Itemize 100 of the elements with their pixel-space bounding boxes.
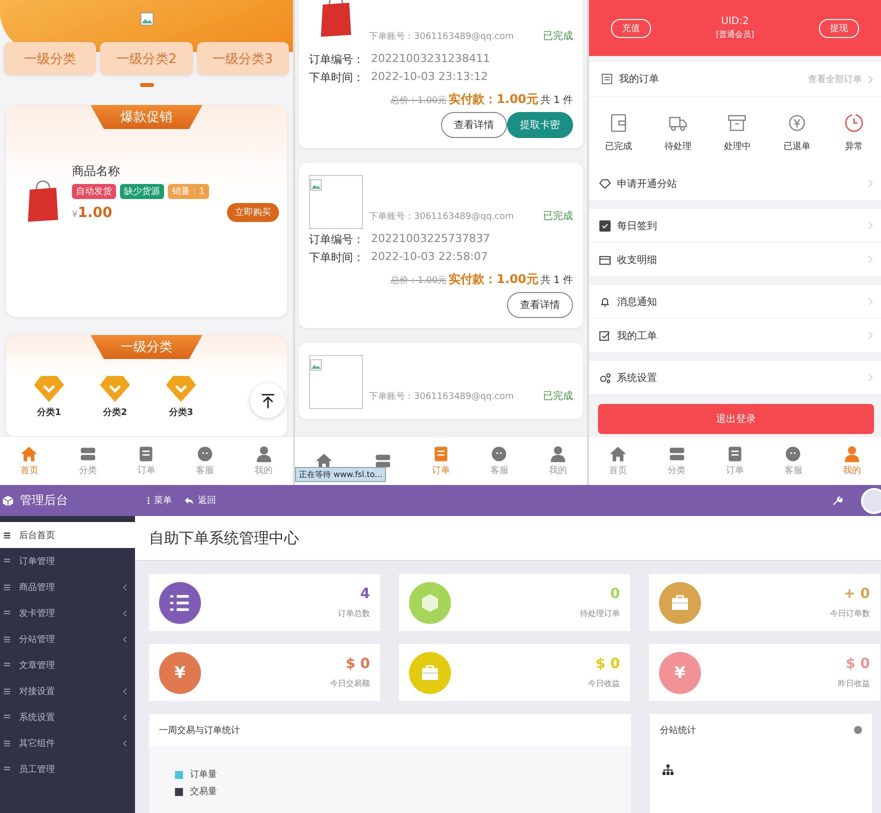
drawer-icon[interactable] [78, 445, 97, 463]
sitemap-icon [662, 764, 674, 776]
order-number: 20221003225737837 [371, 232, 490, 247]
user-icon[interactable] [842, 445, 861, 463]
home-icon[interactable] [609, 445, 628, 463]
field-label: 下单时间： [309, 250, 365, 265]
broken-image-icon [310, 359, 322, 371]
product-price: ¥1.00 [72, 204, 112, 220]
member-level: [普通会员] [716, 29, 754, 40]
details-button[interactable]: 查看详情 [507, 292, 573, 318]
gears-icon [599, 372, 611, 384]
sidebar-item[interactable]: 员工管理 [0, 756, 135, 782]
stat-value: $ 0 [346, 656, 370, 672]
home-icon[interactable] [315, 452, 334, 470]
home-icon[interactable] [20, 445, 38, 463]
stat-label: 待处理订单 [580, 608, 620, 619]
subcategory-label[interactable]: 分类1 [36, 406, 62, 419]
order-status: 已完成 [543, 390, 573, 404]
admin-brand: 管理后台 [20, 492, 68, 509]
extract-button[interactable]: 提取卡密 [507, 112, 573, 138]
order-state-label[interactable]: 待处理 [664, 140, 692, 152]
bell-icon [599, 296, 611, 308]
clock-icon[interactable] [842, 112, 865, 134]
menu-item[interactable]: 申请开通分站 [589, 167, 881, 201]
kebab-icon [147, 496, 150, 505]
document-icon[interactable] [137, 445, 156, 463]
card-icon [599, 254, 611, 266]
sidebar-item[interactable]: 对接设置 [0, 678, 135, 704]
stat-label: 订单总数 [338, 608, 370, 619]
withdraw-button[interactable]: 提现 [819, 18, 859, 38]
avatar[interactable] [861, 488, 881, 514]
list-icon [3, 713, 11, 721]
product-name: 商品名称 [72, 163, 121, 180]
chevron-right-icon [868, 221, 873, 230]
back-button[interactable]: 返回 [184, 494, 216, 507]
paid-amount: 实付款：1.00元 [448, 91, 538, 108]
chevron-right-icon [868, 74, 873, 84]
details-button[interactable]: 查看详情 [441, 112, 507, 138]
menu-item[interactable]: 每日签到 [589, 209, 881, 243]
section-ribbon: 一级分类 [90, 335, 202, 359]
item-count: 共 1 件 [540, 94, 573, 107]
order-state-label[interactable]: 已完成 [605, 140, 632, 152]
order-state-label[interactable]: 异常 [844, 140, 863, 152]
panel-title: 一周交易与订单统计 [159, 724, 240, 736]
document-icon[interactable] [432, 445, 450, 463]
order-status: 已完成 [543, 30, 573, 44]
recharge-button[interactable]: 充值 [611, 18, 651, 38]
menu-item[interactable]: 我的工单 [589, 319, 881, 353]
browser-status-tooltip: 正在等待 www.fsl.to... [295, 467, 386, 482]
sidebar-item[interactable]: 发卡管理 [0, 600, 135, 626]
sidebar-item[interactable]: 订单管理 [0, 548, 135, 574]
subcategory-label[interactable]: 分类3 [168, 406, 194, 419]
subcategory-label[interactable]: 分类2 [102, 406, 128, 419]
broken-image-icon [310, 179, 322, 191]
sidebar-item[interactable]: 分站管理 [0, 626, 135, 652]
stat-label: 昨日收益 [838, 678, 870, 689]
order-status: 已完成 [543, 210, 573, 224]
field-label: 订单编号： [309, 52, 365, 67]
sidebar-item[interactable]: 系统设置 [0, 704, 135, 730]
field-label: 下单时间： [309, 70, 365, 85]
list-icon [3, 609, 11, 617]
drawer-icon[interactable] [668, 445, 686, 463]
sidebar-item[interactable]: 后台首页 [0, 522, 135, 548]
order-account: 下单账号：3061163489@qq.com [369, 390, 515, 404]
sidebar-item[interactable]: 其它组件 [0, 730, 135, 756]
chat-bubble-icon[interactable] [196, 445, 214, 463]
sidebar-item[interactable]: 商品管理 [0, 574, 135, 600]
document-icon [601, 73, 613, 85]
legend-label: 交易量 [190, 786, 217, 798]
order-time: 2022-10-03 23:13:12 [371, 70, 488, 85]
order-state-label[interactable]: 已退单 [783, 140, 810, 152]
order-state-label[interactable]: 处理中 [724, 140, 751, 152]
menu-item[interactable]: 收支明细 [589, 243, 881, 277]
logout-button[interactable]: 退出登录 [598, 404, 874, 434]
chevron-right-icon [868, 331, 873, 340]
user-icon[interactable] [548, 445, 567, 463]
user-icon[interactable] [254, 445, 273, 463]
menu-button[interactable]: 菜单 [147, 494, 172, 507]
stat-label: 今日订单数 [830, 608, 870, 619]
chevron-right-icon [868, 297, 873, 306]
product-tag: 销量：1 [168, 184, 209, 199]
field-label: 订单编号： [309, 232, 365, 247]
panel-title: 分站统计 [660, 724, 696, 736]
product-tag: 自动发货 [72, 184, 116, 199]
drawer-icon[interactable] [374, 452, 392, 470]
section-title: 我的订单 [619, 72, 660, 86]
arrow-up-icon [258, 392, 276, 410]
menu-item[interactable]: 系统设置 [589, 361, 881, 395]
chat-bubble-icon[interactable] [490, 445, 508, 463]
list-icon [3, 661, 11, 669]
sidebar-item[interactable]: 文章管理 [0, 652, 135, 678]
menu-item[interactable]: 消息通知 [589, 285, 881, 319]
original-price: 总价：1.00元 [390, 94, 447, 107]
paid-amount: 实付款：1.00元 [448, 271, 538, 288]
product-tag: 缺少货源 [120, 184, 164, 199]
checkbox-icon [599, 220, 611, 232]
chat-bubble-icon[interactable] [784, 445, 802, 463]
buy-button[interactable]: 立即购买 [227, 203, 279, 222]
wrench-icon[interactable] [833, 496, 843, 506]
document-icon[interactable] [726, 445, 744, 463]
